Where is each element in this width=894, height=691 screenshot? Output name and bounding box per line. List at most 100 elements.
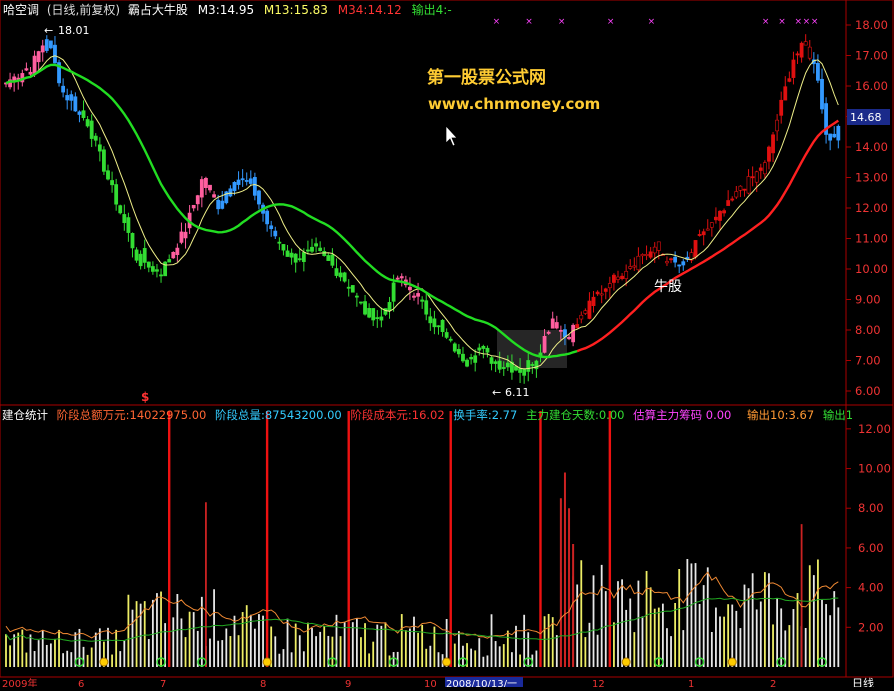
candle-body — [69, 94, 74, 101]
candle-body — [281, 244, 286, 251]
price-tick-label: 16.00 — [855, 79, 888, 93]
price-tick-label: 12.00 — [855, 201, 888, 215]
candle-body — [575, 324, 580, 329]
candle-body — [285, 250, 290, 257]
turnover-rate: 换手率:2.77 — [453, 408, 517, 422]
ma-yellow-line — [5, 55, 839, 370]
candle-body — [579, 314, 584, 320]
candle-body — [322, 251, 327, 256]
candle-body — [232, 182, 237, 192]
candle-body — [828, 133, 833, 141]
candle-body — [146, 261, 151, 268]
candle-body — [718, 210, 722, 221]
candle-body — [448, 338, 453, 341]
candle-body — [318, 247, 323, 251]
x-marker: × — [803, 17, 811, 27]
candle-body — [65, 95, 70, 101]
candle-body — [722, 210, 726, 214]
candle-body — [310, 246, 314, 252]
candle-body — [122, 214, 127, 224]
candle-body — [97, 144, 102, 152]
candlestick-series — [4, 34, 841, 384]
candle-body — [199, 179, 204, 198]
candle-body — [481, 345, 486, 349]
candle-body — [485, 347, 490, 353]
candle-body — [648, 251, 653, 258]
candle-body — [371, 308, 376, 321]
money-bag-icon — [442, 657, 452, 667]
ma2-value: M13:15.83 — [264, 3, 328, 17]
candle-body — [244, 180, 249, 182]
output4-value: 输出4:- — [412, 2, 452, 17]
main-panel-frame — [0, 0, 894, 406]
candle-body — [665, 261, 669, 264]
candle-body — [522, 368, 527, 376]
candle-body — [126, 217, 131, 233]
candle-body — [440, 319, 445, 333]
candle-body — [106, 170, 110, 180]
candle-body — [493, 361, 498, 364]
candle-body — [363, 301, 367, 315]
candle-body — [836, 125, 841, 141]
candle-body — [832, 133, 837, 138]
period-label: (日线,前复权) — [47, 2, 120, 17]
candle-body — [444, 332, 449, 338]
sub-indicator-name: 建仓统计 — [2, 408, 48, 422]
candle-body — [159, 274, 163, 277]
candle-body — [236, 179, 241, 185]
candle-body — [628, 266, 633, 269]
candle-body — [620, 275, 624, 280]
candle-body — [252, 177, 257, 196]
date-label: 6 — [78, 679, 84, 687]
candle-body — [624, 271, 629, 279]
candle-body — [754, 171, 759, 183]
stock-chart-window: 6.00 7.00 8.00 9.00 10.00 11.00 12.00 13.00 14.0… — [0, 0, 894, 690]
candle-body — [603, 288, 608, 292]
candle-body — [191, 204, 196, 209]
date-label: 2 — [770, 679, 776, 687]
candle-body — [591, 296, 596, 307]
x-marker: × — [525, 17, 533, 27]
candle-body — [306, 249, 310, 252]
candle-body — [399, 276, 404, 279]
candle-body — [85, 119, 90, 127]
candle-body — [216, 199, 221, 210]
candle-body — [110, 180, 114, 186]
watermark-title: 第一股票公式网 — [427, 67, 546, 88]
date-label: 7 — [160, 679, 166, 687]
candle-body — [387, 302, 392, 311]
candle-body — [803, 41, 808, 46]
candle-body — [616, 276, 620, 280]
indicator-tick-label: 10.00 — [858, 462, 891, 476]
x-marker: × — [762, 17, 770, 27]
date-cursor-label: 2008/10/13/一 — [446, 679, 517, 687]
candle-body — [359, 301, 363, 304]
candle-body — [799, 42, 804, 58]
candle-body — [742, 188, 747, 191]
candle-body — [771, 134, 775, 154]
candle-body — [607, 283, 612, 289]
high-arrow: ← — [44, 24, 53, 37]
candle-body — [212, 194, 216, 198]
candle-body — [436, 325, 441, 328]
candle-body — [269, 225, 274, 230]
candle-body — [257, 190, 261, 205]
candle-body — [240, 178, 245, 181]
build-days: 主力建仓天数:0.00 — [526, 408, 624, 422]
candle-body — [354, 295, 359, 298]
candle-body — [669, 258, 673, 261]
indicator-tick-label: 8.00 — [858, 501, 884, 515]
x-marker: × — [795, 17, 803, 27]
candle-body — [473, 355, 478, 363]
candle-body — [697, 234, 702, 236]
price-tick-label: 8.00 — [855, 323, 881, 337]
period-corner-label: 日线 — [852, 676, 874, 687]
date-label: 1 — [688, 679, 694, 687]
candle-body — [681, 261, 686, 266]
candle-body — [501, 367, 506, 369]
candle-body — [314, 243, 318, 247]
candle-body — [530, 364, 535, 366]
mouse-cursor-icon — [445, 125, 458, 147]
candle-body — [208, 184, 212, 191]
candle-body — [677, 264, 682, 267]
